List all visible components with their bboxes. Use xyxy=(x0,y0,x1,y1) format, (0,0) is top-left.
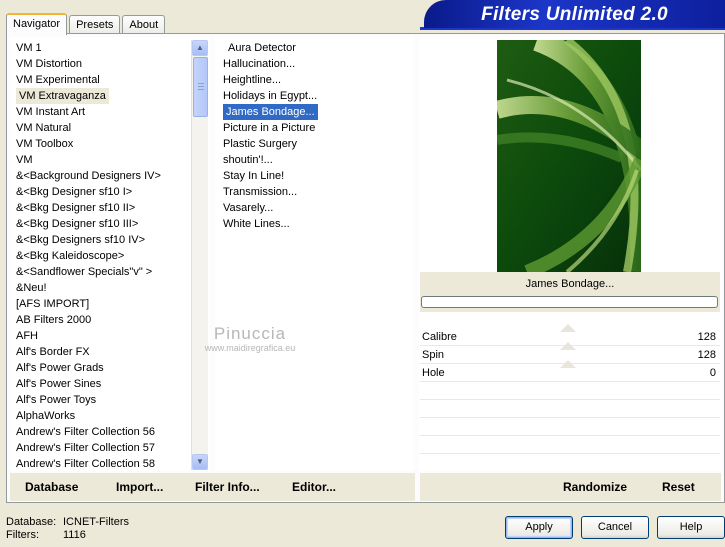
category-item[interactable]: VM Distortion xyxy=(16,56,82,72)
tab-about[interactable]: About xyxy=(122,15,166,34)
toolbar-right: Randomize Reset xyxy=(420,473,721,501)
tab-presets[interactable]: Presets xyxy=(69,15,121,34)
category-item[interactable]: &<Background Designers IV> xyxy=(16,168,161,184)
filter-item[interactable]: Aura Detector xyxy=(228,40,296,56)
app-title: Filters Unlimited 2.0 xyxy=(424,0,725,28)
category-item[interactable]: &<Bkg Kaleidoscope> xyxy=(16,248,124,264)
status-database-value: ICNET-Filters xyxy=(63,516,129,528)
filter-item[interactable]: Hallucination... xyxy=(223,56,295,72)
filter-list[interactable]: Aura Detector Hallucination... Heightline.… xyxy=(215,37,414,471)
param-name: Calibre xyxy=(422,331,457,343)
param-name: Spin xyxy=(422,349,445,361)
category-item[interactable]: Alf's Border FX xyxy=(16,344,90,360)
status-filters-label: Filters: xyxy=(6,529,39,541)
help-button[interactable]: Help xyxy=(657,516,725,539)
filter-item[interactable]: Vasarely... xyxy=(223,200,273,216)
category-item[interactable]: VM Instant Art xyxy=(16,104,85,120)
category-item[interactable]: &<Sandflower Specials"v" > xyxy=(16,264,152,280)
category-item[interactable]: &<Bkg Designer sf10 II> xyxy=(16,200,135,216)
filter-item[interactable]: White Lines... xyxy=(223,216,290,232)
category-item[interactable]: &<Bkg Designer sf10 III> xyxy=(16,216,138,232)
grip-line xyxy=(198,86,204,87)
category-item[interactable]: Alf's Power Grads xyxy=(16,360,104,376)
category-item[interactable]: Alf's Power Toys xyxy=(16,392,96,408)
scroll-down-icon[interactable]: ▼ xyxy=(192,454,208,470)
tab-bar: Navigator Presets About xyxy=(6,12,167,35)
apply-button[interactable]: Apply xyxy=(505,516,573,539)
filter-item[interactable]: Heightline... xyxy=(223,72,281,88)
preview-image xyxy=(497,40,641,272)
category-item[interactable]: Andrew's Filter Collection 56 xyxy=(16,424,155,440)
import-button[interactable]: Import... xyxy=(116,480,163,494)
category-scrollbar[interactable]: ▲ ▼ xyxy=(191,40,208,470)
category-item[interactable]: &<Bkg Designers sf10 IV> xyxy=(16,232,145,248)
tab-navigator[interactable]: Navigator xyxy=(6,13,68,35)
filter-item[interactable]: Holidays in Egypt... xyxy=(223,88,317,104)
param-empty-row xyxy=(420,418,720,436)
database-button[interactable]: Database xyxy=(25,480,78,494)
filter-item[interactable]: Plastic Surgery xyxy=(223,136,297,152)
category-item[interactable]: VM Experimental xyxy=(16,72,100,88)
param-name: Hole xyxy=(422,367,445,379)
cancel-button[interactable]: Cancel xyxy=(581,516,649,539)
status-database-label: Database: xyxy=(6,516,57,528)
status-filters-value: 1116 xyxy=(63,529,86,541)
progress-bar xyxy=(421,296,718,308)
reset-button[interactable]: Reset xyxy=(662,480,695,494)
category-item[interactable]: Andrew's Filter Collection 57 xyxy=(16,440,155,456)
status-filters: Filters: 1116 xyxy=(6,529,86,541)
filter-item[interactable]: shoutin'!... xyxy=(223,152,273,168)
current-filter-name: James Bondage... xyxy=(525,278,615,290)
category-item[interactable]: &Neu! xyxy=(16,280,47,296)
filter-item[interactable]: Transmission... xyxy=(223,184,297,200)
category-item[interactable]: AlphaWorks xyxy=(16,408,75,424)
param-value: 128 xyxy=(697,331,716,343)
filter-item[interactable]: Picture in a Picture xyxy=(223,120,315,136)
slider-marker-icon[interactable] xyxy=(560,322,576,332)
category-item[interactable]: &<Bkg Designer sf10 I> xyxy=(16,184,132,200)
param-hole[interactable]: Hole 0 xyxy=(420,360,720,382)
param-value: 128 xyxy=(697,349,716,361)
category-item[interactable]: Andrew's Filter Collection 58 xyxy=(16,456,155,471)
scroll-thumb[interactable] xyxy=(193,57,208,117)
category-item[interactable]: [AFS IMPORT] xyxy=(16,296,89,312)
category-item[interactable]: VM xyxy=(16,152,33,168)
category-item[interactable]: AFH xyxy=(16,328,38,344)
grip-line xyxy=(198,83,204,84)
filter-info-button[interactable]: Filter Info... xyxy=(195,480,260,494)
param-empty-row xyxy=(420,400,720,418)
category-item[interactable]: VM 1 xyxy=(16,40,42,56)
scroll-up-icon[interactable]: ▲ xyxy=(192,40,208,56)
randomize-button[interactable]: Randomize xyxy=(563,480,627,494)
grip-line xyxy=(198,89,204,90)
filter-item[interactable]: James Bondage... xyxy=(223,104,318,120)
slider-marker-icon[interactable] xyxy=(560,340,576,350)
category-item[interactable]: VM Natural xyxy=(16,120,71,136)
param-value: 0 xyxy=(709,367,716,379)
category-item[interactable]: Alf's Power Sines xyxy=(16,376,101,392)
category-item[interactable]: VM Extravaganza xyxy=(16,88,109,104)
preview-graphic xyxy=(497,40,641,272)
category-item[interactable]: AB Filters 2000 xyxy=(16,312,91,328)
param-empty-row xyxy=(420,382,720,400)
status-database: Database: ICNET-Filters xyxy=(6,516,129,528)
slider-marker-icon[interactable] xyxy=(560,358,576,368)
filter-item[interactable]: Stay In Line! xyxy=(223,168,284,184)
editor-button[interactable]: Editor... xyxy=(292,480,336,494)
category-list[interactable]: VM 1 VM Distortion VM Experimental VM Extra… xyxy=(10,37,210,471)
param-empty-row xyxy=(420,436,720,454)
category-item[interactable]: VM Toolbox xyxy=(16,136,73,152)
toolbar-left: Database Import... Filter Info... Editor… xyxy=(10,473,415,501)
